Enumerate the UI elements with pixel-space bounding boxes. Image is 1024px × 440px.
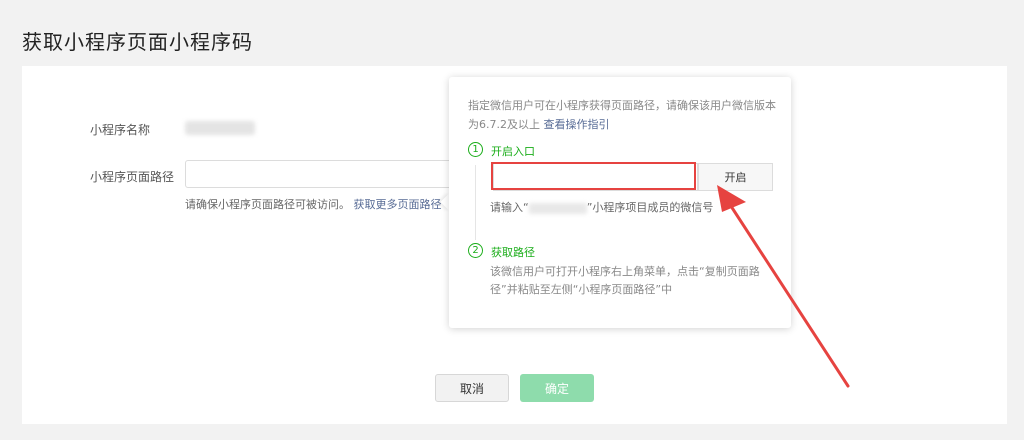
step-2-description: 该微信用户可打开小程序右上角菜单，点击“复制页面路径”并粘贴至左侧“小程序页面路… [490,265,760,296]
page-path-hint: 请确保小程序页面路径可被访问。 获取更多页面路径 [185,196,442,212]
step-2-icon: 2 [468,243,483,258]
get-more-paths-link[interactable]: 获取更多页面路径 [354,198,442,211]
popover-intro-text: 指定微信用户可在小程序获得页面路径，请确保该用户微信版本为6.7.2及以上 [468,99,776,131]
step-1-icon: 1 [468,142,483,157]
project-name-blurred [528,202,587,214]
step-2-title: 获取路径 [491,246,535,259]
view-guide-link[interactable]: 查看操作指引 [544,118,610,131]
wechat-id-hint-prefix: 请输入“ [490,201,529,214]
wechat-id-hint: 请输入“ ”小程序项目成员的微信号 [490,199,713,215]
get-path-popover: 指定微信用户可在小程序获得页面路径，请确保该用户微信版本为6.7.2及以上 查看… [449,77,791,328]
mini-program-name-label: 小程序名称 [90,123,151,137]
wechat-id-hint-suffix: ”小程序项目成员的微信号 [586,201,714,214]
step-connector [475,165,476,240]
popover-intro: 指定微信用户可在小程序获得页面路径，请确保该用户微信版本为6.7.2及以上 查看… [468,96,778,134]
cancel-button[interactable]: 取消 [435,374,509,402]
open-entry-button[interactable]: 开启 [698,163,773,191]
page-title: 获取小程序页面小程序码 [22,30,253,54]
page-path-hint-text: 请确保小程序页面路径可被访问。 [185,198,350,211]
mini-program-name-value [185,121,255,135]
page-path-input[interactable] [185,160,455,188]
page-path-label: 小程序页面路径 [90,170,175,184]
confirm-button[interactable]: 确定 [520,374,594,402]
step-1-title: 开启入口 [491,145,535,158]
highlight-box [491,162,696,190]
